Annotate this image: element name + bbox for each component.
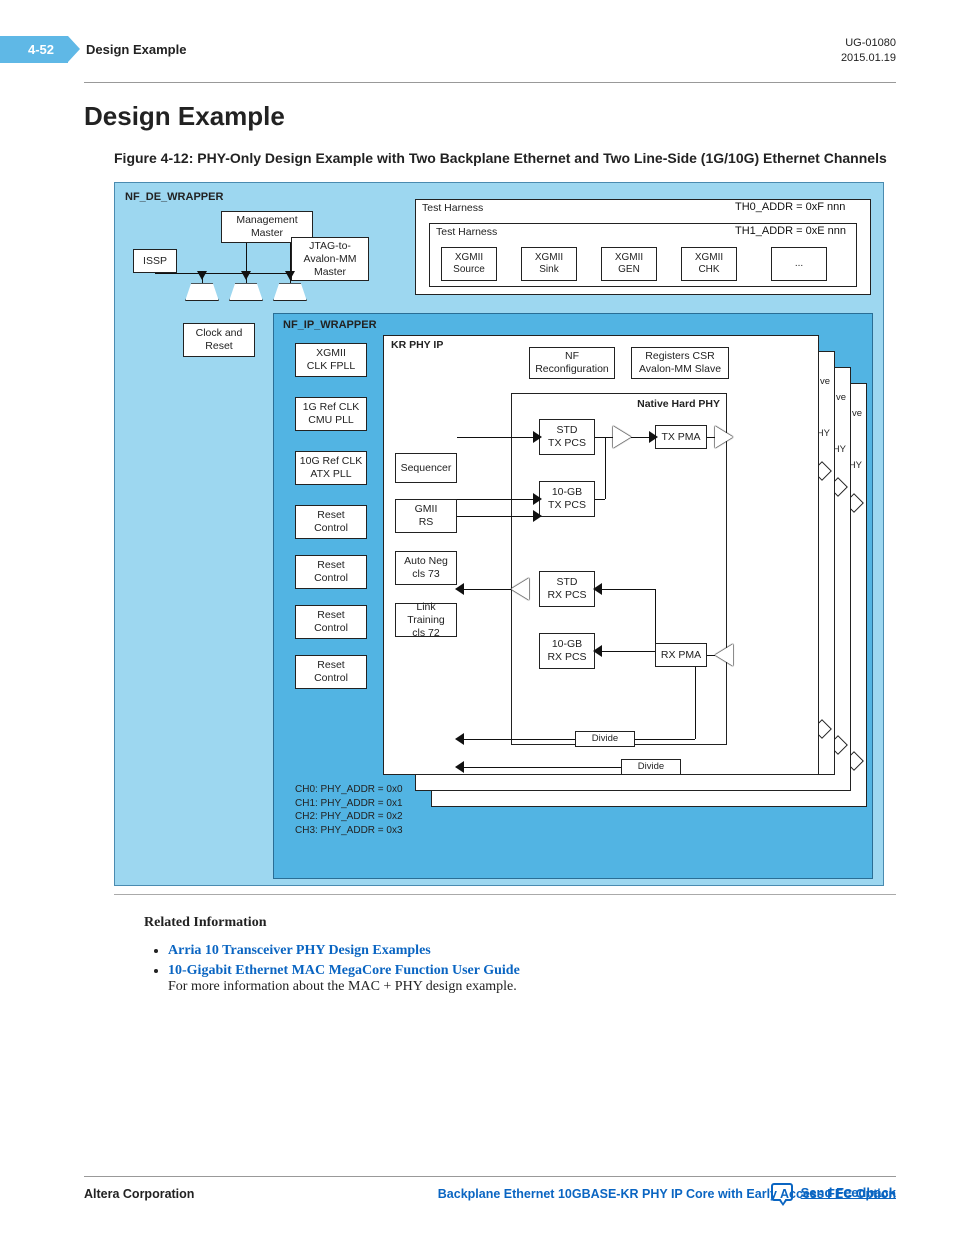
list-item: Arria 10 Transceiver PHY Design Examples (168, 943, 896, 959)
box-std-tx-pcs: STDTX PCS (539, 419, 595, 455)
feedback-label: Send Feedback (801, 1185, 896, 1200)
label-th0-addr: TH0_ADDR = 0xF nnn (735, 201, 845, 213)
page-header: 4-52 Design Example UG-01080 2015.01.19 (0, 0, 954, 82)
amp-tx (613, 426, 631, 448)
box-xgmii-clk: XGMIICLK FPLL (295, 343, 367, 377)
label-test-harness-2: Test Harness (436, 226, 497, 239)
list-item: 10-Gigabit Ethernet MAC MegaCore Functio… (168, 963, 896, 995)
box-1g-refclk: 1G Ref CLKCMU PLL (295, 397, 367, 431)
mux-1 (185, 283, 219, 301)
page-footer: Altera Corporation Backplane Ethernet 10… (0, 1176, 954, 1201)
mux-2 (229, 283, 263, 301)
addr-ch3: CH3: PHY_ADDR = 0x3 (295, 824, 403, 838)
amp-tx-out (715, 426, 733, 448)
header-section-title: Design Example (86, 42, 186, 57)
box-reset-control-2: ResetControl (295, 555, 367, 589)
page-number: 4-52 (0, 36, 68, 63)
box-divide-1: Divide (575, 731, 635, 747)
box-std-rx-pcs: STDRX PCS (539, 571, 595, 607)
box-reset-control-1: ResetControl (295, 505, 367, 539)
box-sequencer: Sequencer (395, 453, 457, 483)
doc-id: UG-01080 (841, 36, 896, 51)
box-registers: Registers CSRAvalon-MM Slave (631, 347, 729, 379)
footer-company: Altera Corporation (84, 1187, 194, 1201)
page-title: Design Example (84, 101, 896, 132)
label-nf-de-wrapper: NF_DE_WRAPPER (125, 191, 223, 203)
box-reset-control-4: ResetControl (295, 655, 367, 689)
box-tx-pma: TX PMA (655, 425, 707, 449)
box-clock-reset: Clock andReset (183, 323, 255, 357)
related-info: Related Information Arria 10 Transceiver… (144, 915, 896, 995)
box-divide-2: Divide (621, 759, 681, 775)
box-10gb-rx-pcs: 10-GBRX PCS (539, 633, 595, 669)
link-10g-mac[interactable]: 10-Gigabit Ethernet MAC MegaCore Functio… (168, 963, 520, 978)
related-heading: Related Information (144, 915, 896, 931)
label-native-hard-phy: Native Hard PHY (637, 398, 720, 410)
box-autoneg: Auto Negcls 73 (395, 551, 457, 585)
amp-rx (511, 578, 529, 600)
ghost-ve-3: ve (852, 408, 862, 419)
box-xgmii-chk: XGMIICHK (681, 247, 737, 281)
box-10gb-tx-pcs: 10-GBTX PCS (539, 481, 595, 517)
addr-ch2: CH2: PHY_ADDR = 0x2 (295, 810, 403, 824)
box-xgmii-gen: XGMIIGEN (601, 247, 657, 281)
figure-diagram: NF_DE_WRAPPER ManagementMaster ISSP JTAG… (114, 182, 884, 886)
box-ellipsis: ... (771, 247, 827, 281)
addr-list: CH0: PHY_ADDR = 0x0 CH1: PHY_ADDR = 0x1 … (295, 783, 403, 837)
footer-rule (84, 1176, 896, 1177)
ghost-ve-1: ve (820, 376, 830, 387)
box-jtag: JTAG-to-Avalon-MMMaster (291, 237, 369, 281)
doc-meta: UG-01080 2015.01.19 (841, 36, 896, 67)
link-arria10[interactable]: Arria 10 Transceiver PHY Design Examples (168, 943, 431, 958)
box-10g-refclk: 10G Ref CLKATX PLL (295, 451, 367, 485)
box-xgmii-sink: XGMIISink (521, 247, 577, 281)
doc-date: 2015.01.19 (841, 51, 896, 66)
box-rx-pma: RX PMA (655, 643, 707, 667)
box-xgmii-source: XGMIISource (441, 247, 497, 281)
box-gmii-rs: GMIIRS (395, 499, 457, 533)
label-nf-ip-wrapper: NF_IP_WRAPPER (283, 319, 377, 331)
feedback-icon (771, 1183, 793, 1201)
label-th1-addr: TH1_ADDR = 0xE nnn (735, 225, 846, 237)
mux-3 (273, 283, 307, 301)
box-issp: ISSP (133, 249, 177, 273)
amp-rx-in (715, 644, 733, 666)
link2-desc: For more information about the MAC + PHY… (168, 979, 517, 994)
box-nf-reconfig: NFReconfiguration (529, 347, 615, 379)
page-tab: 4-52 Design Example (0, 36, 186, 63)
box-reset-control-3: ResetControl (295, 605, 367, 639)
figure-caption: Figure 4-12: PHY-Only Design Example wit… (114, 148, 896, 168)
addr-ch1: CH1: PHY_ADDR = 0x1 (295, 797, 403, 811)
send-feedback-link[interactable]: Send Feedback (771, 1183, 896, 1201)
label-test-harness-1: Test Harness (422, 202, 483, 215)
ghost-ve-2: ve (836, 392, 846, 403)
box-linktrain: Link Trainingcls 72 (395, 603, 457, 637)
label-kr-phy-ip: KR PHY IP (391, 339, 443, 351)
addr-ch0: CH0: PHY_ADDR = 0x0 (295, 783, 403, 797)
